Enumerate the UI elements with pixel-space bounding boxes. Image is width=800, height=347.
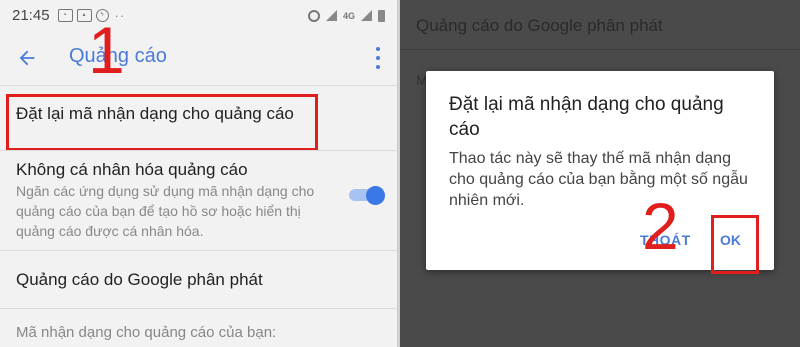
- dialog-screen: Quảng cáo do Google phân phát M Đặt lại …: [400, 0, 800, 347]
- status-time: 21:45: [12, 7, 50, 24]
- signal-icon-2: [361, 10, 372, 21]
- app-bar: Quảng cáo: [0, 31, 397, 85]
- settings-screen: 21:45 ▪ ▴ ϟ ·· 4G Quảng cáo 1 Đặt lại mã…: [0, 0, 400, 347]
- highlight-box-1: [6, 94, 318, 151]
- list-item-title: Quảng cáo do Google phân phát: [16, 270, 263, 289]
- dialog-message: Thao tác này sẽ thay thế mã nhận dạng ch…: [449, 150, 748, 209]
- step-number-1: 1: [88, 13, 125, 87]
- back-arrow-icon[interactable]: [16, 47, 38, 69]
- list-item-title: Mã nhận dạng cho quảng cáo của bạn:: [16, 324, 277, 341]
- status-bar: 21:45 ▪ ▴ ϟ ·· 4G: [0, 0, 397, 31]
- list-item-subtitle: Ngăn các ứng dụng sử dụng mã nhận dạng c…: [16, 183, 315, 239]
- battery-icon: [378, 9, 385, 22]
- step-number-2: 2: [642, 189, 679, 263]
- list-item-google-ads[interactable]: Quảng cáo do Google phân phát: [0, 250, 397, 308]
- list-item-opt-out-personalization[interactable]: Không cá nhân hóa quảng cáo Ngăn các ứng…: [0, 150, 397, 250]
- overflow-menu-icon[interactable]: [374, 47, 382, 69]
- list-item-title: Không cá nhân hóa quảng cáo: [16, 160, 248, 179]
- personalization-toggle[interactable]: [349, 186, 385, 205]
- divider: [400, 49, 800, 50]
- signal-icon: [325, 10, 337, 21]
- highlight-box-2: [711, 215, 759, 274]
- sim-card-icon: ▪: [57, 9, 73, 22]
- alarm-icon: [307, 9, 320, 22]
- dialog-title: Đặt lại mã nhận dạng cho quảng cáo: [449, 94, 724, 140]
- network-type: 4G: [342, 10, 355, 21]
- list-item-ad-id: Mã nhận dạng cho quảng cáo của bạn:: [0, 308, 397, 347]
- background-item-title: Quảng cáo do Google phân phát: [416, 16, 663, 35]
